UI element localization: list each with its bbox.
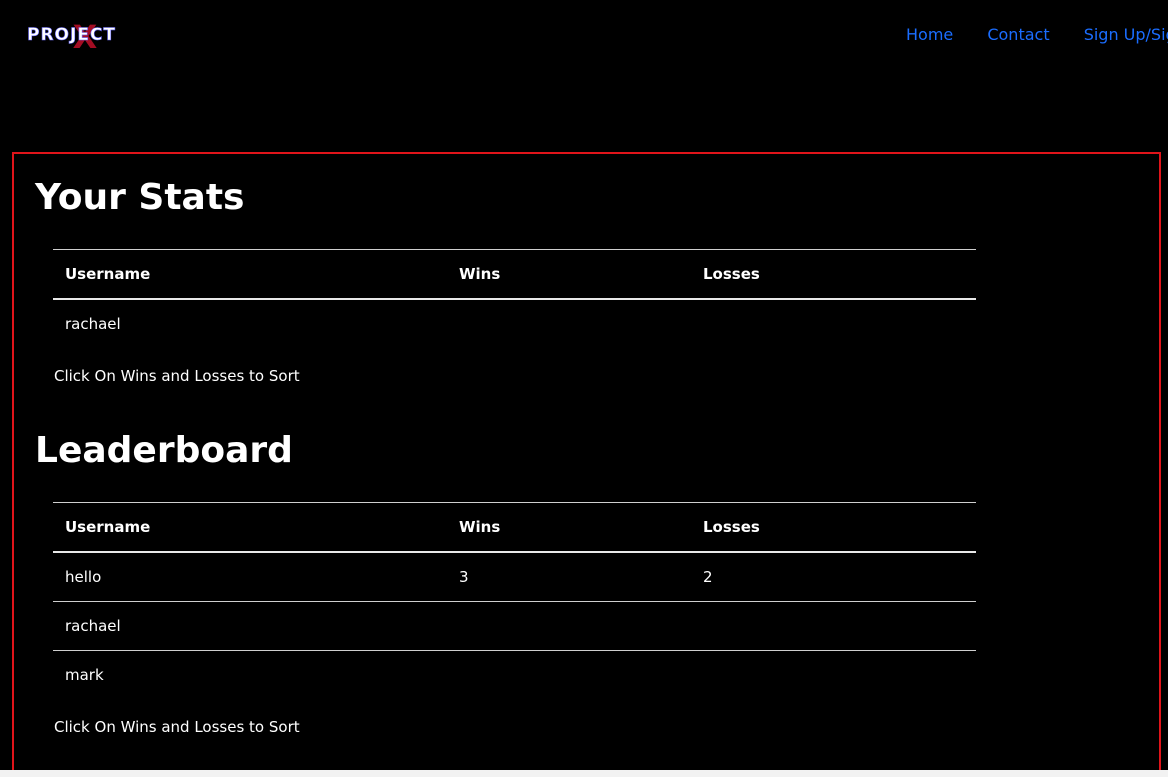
column-header-losses[interactable]: Losses xyxy=(691,249,976,300)
logo-text: PROJECT xyxy=(27,25,116,45)
table-row: mark xyxy=(53,651,976,700)
cell-losses xyxy=(691,601,976,651)
table-header-row: Username Wins Losses xyxy=(53,249,976,300)
nav-link-home[interactable]: Home xyxy=(906,24,953,46)
column-header-username[interactable]: Username xyxy=(53,502,447,553)
leaderboard-table: Username Wins Losses hello 3 2 rachael m xyxy=(53,502,976,699)
table-row: rachael xyxy=(53,601,976,651)
column-header-username[interactable]: Username xyxy=(53,249,447,300)
cell-username: hello xyxy=(53,552,447,602)
stats-sort-hint: Click On Wins and Losses to Sort xyxy=(54,367,300,385)
cell-losses xyxy=(691,299,976,348)
table-row: rachael xyxy=(53,299,976,348)
site-logo[interactable]: X PROJECT xyxy=(26,18,144,52)
table-row: hello 3 2 xyxy=(53,552,976,602)
nav-link-sign-up-sign-in[interactable]: Sign Up/Sign In xyxy=(1084,24,1168,46)
table-header-row: Username Wins Losses xyxy=(53,502,976,553)
leaderboard-sort-hint: Click On Wins and Losses to Sort xyxy=(54,718,300,736)
stats-table: Username Wins Losses rachael xyxy=(53,249,976,348)
leaderboard-title: Leaderboard xyxy=(35,430,293,471)
column-header-losses[interactable]: Losses xyxy=(691,502,976,553)
content-panel: Your Stats Username Wins Losses rachael … xyxy=(12,152,1161,777)
page: X PROJECT Home Contact Sign Up/Sign In Y… xyxy=(0,0,1168,777)
cell-losses xyxy=(691,651,976,700)
cell-losses: 2 xyxy=(691,552,976,602)
cell-username: mark xyxy=(65,666,104,684)
cell-username: rachael xyxy=(65,315,121,333)
nav-link-contact[interactable]: Contact xyxy=(987,24,1049,46)
cell-wins: 3 xyxy=(447,552,691,602)
cell-username: rachael xyxy=(53,601,447,651)
cell-wins xyxy=(447,651,691,700)
cell-wins xyxy=(447,601,691,651)
column-header-wins[interactable]: Wins xyxy=(447,249,691,300)
bottom-strip xyxy=(0,770,1168,777)
stats-title: Your Stats xyxy=(35,177,245,218)
cell-wins xyxy=(447,299,691,348)
column-header-wins[interactable]: Wins xyxy=(447,502,691,553)
top-nav: Home Contact Sign Up/Sign In xyxy=(906,24,1168,46)
